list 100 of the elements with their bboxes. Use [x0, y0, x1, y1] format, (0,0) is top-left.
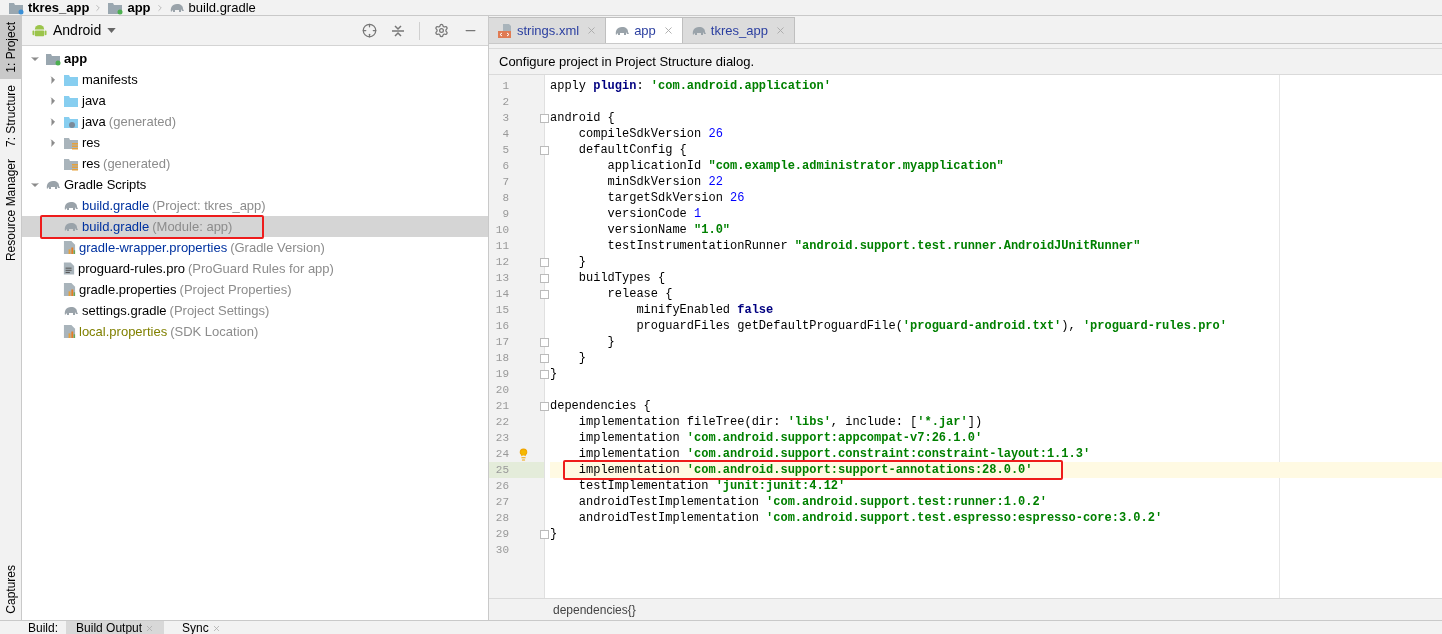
code-line: }	[550, 526, 558, 543]
item-name: gradle.properties	[79, 280, 177, 299]
line-number: 22	[494, 414, 509, 430]
breadcrumb-item[interactable]: tkres_app	[28, 0, 90, 15]
line-number: 15	[494, 302, 509, 318]
code-line: minSdkVersion 22	[606, 174, 723, 191]
item-name: settings.gradle	[82, 301, 167, 320]
line-number: 13	[494, 270, 509, 286]
item-name: build.gradle	[82, 217, 150, 236]
tree-item[interactable]: gradle.properties (Project Properties)	[22, 279, 488, 300]
line-number: 2	[501, 94, 509, 110]
line-number: 7	[501, 174, 509, 190]
code-breadcrumb[interactable]: dependencies{}	[553, 600, 636, 619]
code-line: android {	[550, 110, 615, 127]
fold-marker-icon[interactable]	[540, 113, 549, 123]
tree-item[interactable]: settings.gradle (Project Settings)	[22, 300, 488, 321]
lightbulb-icon[interactable]	[517, 447, 530, 461]
line-number: 18	[494, 350, 509, 366]
code-line: defaultConfig {	[577, 142, 687, 159]
code-line: applicationId "com.example.administrator.myapplication"	[606, 158, 1004, 175]
locate-icon[interactable]	[362, 23, 377, 38]
close-icon[interactable]	[145, 623, 155, 633]
line-number: 8	[501, 190, 509, 206]
line-number: 6	[501, 158, 509, 174]
editor-tab[interactable]: strings.xml	[489, 17, 607, 43]
notification-banner: Configure project in Project Structure dialog.	[489, 48, 1442, 75]
item-note: (Project: tkres_app)	[152, 196, 266, 215]
fold-marker-icon[interactable]	[540, 257, 549, 267]
code-line: versionName "1.0"	[606, 222, 731, 239]
build-tab[interactable]: Build Output	[66, 621, 165, 634]
tree-item[interactable]: res	[22, 132, 488, 153]
settings-icon[interactable]	[434, 23, 449, 38]
code-line: compileSdkVersion 26	[577, 126, 723, 143]
line-number: 25	[494, 462, 509, 478]
tree-item[interactable]: build.gradle (Module: app)	[22, 216, 488, 237]
fold-marker-icon[interactable]	[540, 353, 549, 363]
tree-item[interactable]: java (generated)	[22, 111, 488, 132]
tree-item[interactable]: manifests	[22, 69, 488, 90]
line-number: 4	[501, 126, 509, 142]
code-line: testInstrumentationRunner "android.support.test.runner.AndroidJUnitRunner"	[606, 238, 1141, 255]
code-line: }	[577, 254, 586, 271]
line-number: 5	[501, 142, 509, 158]
fold-marker-icon[interactable]	[540, 529, 549, 539]
item-name: res	[82, 133, 101, 152]
fold-marker-icon[interactable]	[540, 289, 549, 299]
item-note: (Module: app)	[152, 217, 233, 236]
android-icon	[32, 23, 47, 38]
line-number: 10	[494, 222, 509, 238]
text-file-icon	[63, 261, 75, 276]
fold-marker-icon[interactable]	[540, 369, 549, 379]
folder-icon	[63, 93, 79, 108]
side-tab[interactable]: Captures	[0, 559, 21, 620]
fold-marker-icon[interactable]	[540, 273, 549, 283]
fold-marker-icon[interactable]	[540, 145, 549, 155]
line-number: 29	[494, 526, 509, 542]
close-icon[interactable]	[774, 25, 786, 36]
code-line: minifyEnabled false	[635, 302, 774, 319]
code-line: implementation 'com.android.support.constraint:constraint-layout:1.1.3'	[577, 446, 1091, 463]
close-icon[interactable]	[586, 25, 598, 36]
elephant-icon	[168, 1, 185, 14]
tree-item[interactable]: app	[22, 48, 488, 69]
close-icon[interactable]	[662, 25, 674, 36]
close-icon[interactable]	[211, 623, 221, 633]
code-line: androidTestImplementation 'com.android.support.test:runner:1.0.2'	[577, 494, 1047, 511]
tree-item[interactable]: build.gradle (Project: tkres_app)	[22, 195, 488, 216]
elephant-icon	[63, 220, 79, 233]
resource-folder-icon	[63, 135, 79, 150]
fold-marker-icon[interactable]	[540, 401, 549, 411]
properties-file-icon	[63, 282, 76, 297]
collapse-all-icon[interactable]	[391, 23, 405, 38]
code-line: }	[606, 334, 615, 351]
tree-item[interactable]: proguard-rules.pro (ProGuard Rules for app)	[22, 258, 488, 279]
view-selector[interactable]: Android	[53, 20, 117, 41]
code-line: androidTestImplementation 'com.android.support.test.espresso:espresso-core:3.0.2'	[577, 510, 1163, 527]
code-line: implementation fileTree(dir: 'libs', include: ['*.jar'])	[577, 414, 983, 431]
side-tab[interactable]: Resource Manager	[0, 152, 21, 267]
fold-marker-icon[interactable]	[540, 337, 549, 347]
side-tab[interactable]: 7: Structure	[0, 78, 21, 153]
module-folder-icon	[107, 0, 124, 15]
tree-item[interactable]: res (generated)	[22, 153, 488, 174]
code-line: targetSdkVersion 26	[606, 190, 745, 207]
folder-gear-icon	[63, 114, 79, 129]
tree-item[interactable]: java	[22, 90, 488, 111]
line-number: 11	[494, 238, 509, 254]
folder-icon	[63, 72, 79, 87]
item-name: build.gradle	[82, 196, 150, 215]
build-tab[interactable]: Sync	[172, 621, 231, 634]
breadcrumb-item[interactable]: app	[127, 0, 151, 15]
tree-item[interactable]: gradle-wrapper.properties (Gradle Version)	[22, 237, 488, 258]
code-line: buildTypes {	[577, 270, 666, 287]
line-number: 27	[494, 494, 509, 510]
tree-item[interactable]: local.properties (SDK Location)	[22, 321, 488, 342]
line-number: 28	[494, 510, 509, 526]
editor-tab[interactable]: tkres_app	[682, 17, 795, 43]
breadcrumb-item[interactable]: build.gradle	[188, 0, 256, 15]
editor-tab[interactable]: app	[606, 17, 683, 43]
line-number: 26	[494, 478, 509, 494]
side-tab[interactable]: 1: Project	[0, 16, 21, 79]
tree-item[interactable]: Gradle Scripts	[22, 174, 488, 195]
line-number: 19	[494, 366, 509, 382]
